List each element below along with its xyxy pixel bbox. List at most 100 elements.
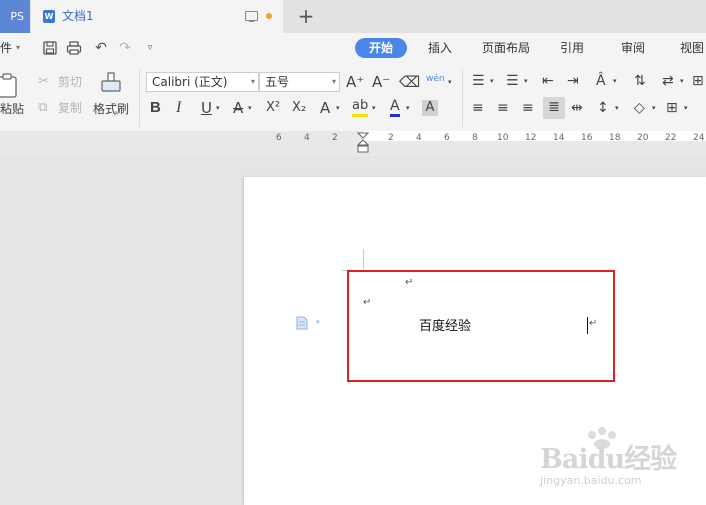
chevron-down-icon[interactable]: ▾ xyxy=(448,72,452,92)
strikethrough-button[interactable]: A xyxy=(233,98,243,118)
increase-indent-icon[interactable]: ⇥ xyxy=(567,71,579,91)
ribbon-toolbar: 粘贴 ✂ 剪切 ⧉ 复制 格式刷 Calibri (正文) ▾ 五号 ▾ A⁺ … xyxy=(0,63,706,132)
paste-icon[interactable] xyxy=(0,71,22,99)
shrink-font-icon[interactable]: A⁻ xyxy=(372,72,390,92)
chevron-down-icon[interactable]: ▾ xyxy=(680,71,684,91)
menu-page-layout[interactable]: 页面布局 xyxy=(482,33,530,63)
decrease-indent-icon[interactable]: ⇤ xyxy=(542,71,554,91)
chevron-down-icon[interactable]: ▾ xyxy=(216,98,220,118)
grow-font-icon[interactable]: A⁺ xyxy=(346,72,364,92)
justify-icon[interactable]: ≣ xyxy=(543,97,565,119)
print-icon[interactable] xyxy=(66,40,82,56)
undo-icon[interactable]: ↶ xyxy=(93,40,109,56)
numbered-list-icon[interactable]: ☰ xyxy=(506,71,519,91)
copy-label[interactable]: 复制 xyxy=(58,98,82,118)
highlight-button[interactable]: ab xyxy=(352,98,369,117)
chevron-down-icon[interactable]: ▾ xyxy=(652,98,656,118)
cut-label[interactable]: 剪切 xyxy=(58,72,82,92)
scissors-icon[interactable]: ✂ xyxy=(38,72,49,92)
watermark-brand: Baidu经验 xyxy=(540,444,677,475)
character-shading-button[interactable]: A xyxy=(422,100,438,116)
menu-file[interactable]: 件 xyxy=(0,33,12,63)
ruler-tick: 4 xyxy=(304,133,310,143)
pinyin-guide-icon[interactable]: wén xyxy=(426,69,445,89)
align-left-icon[interactable]: ≡ xyxy=(472,98,484,118)
ruler-tick: 2 xyxy=(388,133,394,143)
ruler-tick: 24 xyxy=(693,133,705,143)
word-doc-icon: W xyxy=(43,10,55,23)
chevron-down-icon[interactable]: ▾ xyxy=(490,71,494,91)
ruler-tick: 2 xyxy=(332,133,338,143)
watermark: Baidu经验 jingyan.baidu.com xyxy=(538,427,706,499)
menu-view[interactable]: 视图 xyxy=(680,33,704,63)
paste-label[interactable]: 粘贴 xyxy=(0,99,24,119)
underline-button[interactable]: U xyxy=(201,98,212,118)
menu-insert[interactable]: 插入 xyxy=(428,33,452,63)
document-tab[interactable]: W 文档1 xyxy=(31,0,283,33)
chevron-down-icon[interactable]: ▾ xyxy=(684,98,688,118)
ruler-tick: 12 xyxy=(525,133,537,143)
ruler-tick: 20 xyxy=(637,133,649,143)
chevron-down-icon[interactable]: ▾ xyxy=(316,318,320,326)
chevron-down-icon[interactable]: ▾ xyxy=(613,71,617,91)
ruler-tick: 16 xyxy=(581,133,593,143)
ruler-tick: 18 xyxy=(609,133,621,143)
horizontal-ruler[interactable]: 6 4 2 2 4 6 8 10 12 14 16 18 20 22 24 xyxy=(0,131,706,156)
menu-references[interactable]: 引用 xyxy=(560,33,584,63)
chevron-down-icon[interactable]: ▾ xyxy=(16,33,20,63)
redo-icon[interactable]: ↷ xyxy=(117,40,133,56)
customize-toolbar-icon[interactable]: ▿ xyxy=(142,40,158,56)
app-tab[interactable]: PS xyxy=(0,0,30,33)
bold-button[interactable]: B xyxy=(150,98,161,118)
indent-marker[interactable] xyxy=(356,132,370,154)
paragraph-shading-icon[interactable]: ◇ xyxy=(634,98,645,118)
line-break-icon[interactable]: ⇄ xyxy=(662,71,674,91)
eraser-icon[interactable]: ⌫ xyxy=(399,72,420,92)
menu-home[interactable]: 开始 xyxy=(355,38,407,58)
subscript-button[interactable]: X₂ xyxy=(292,98,306,118)
chevron-down-icon[interactable]: ▾ xyxy=(336,98,340,118)
save-icon[interactable] xyxy=(42,40,58,56)
group-separator xyxy=(462,69,463,127)
chevron-down-icon: ▾ xyxy=(250,77,255,86)
chevron-down-icon: ▾ xyxy=(331,77,336,86)
align-center-icon[interactable]: ≡ xyxy=(497,98,509,118)
ruler-tick: 14 xyxy=(553,133,565,143)
borders-icon[interactable]: ⊞ xyxy=(666,98,678,118)
font-name-select[interactable]: Calibri (正文) ▾ xyxy=(146,72,259,92)
text-direction-icon[interactable]: Â xyxy=(596,71,606,91)
ruler-tick: 10 xyxy=(497,133,509,143)
chevron-down-icon[interactable]: ▾ xyxy=(615,98,619,118)
bullet-list-icon[interactable]: ☰ xyxy=(472,71,485,91)
new-tab-button[interactable]: + xyxy=(292,3,320,30)
copy-icon[interactable]: ⧉ xyxy=(38,98,47,118)
chevron-down-icon[interactable]: ▾ xyxy=(406,98,410,118)
watermark-url: jingyan.baidu.com xyxy=(540,474,642,487)
group-separator xyxy=(139,69,140,127)
align-right-icon[interactable]: ≡ xyxy=(522,98,534,118)
monitor-icon[interactable] xyxy=(245,11,258,22)
chevron-down-icon[interactable]: ▾ xyxy=(372,98,376,118)
margin-corner-mark xyxy=(363,249,364,271)
font-name-value: Calibri (正文) xyxy=(152,75,228,89)
chevron-down-icon[interactable]: ▾ xyxy=(248,98,252,118)
superscript-button[interactable]: X² xyxy=(266,98,280,118)
ruler-tick: 6 xyxy=(276,133,282,143)
highlight-box xyxy=(347,270,615,382)
show-marks-icon[interactable]: ⊞ xyxy=(692,71,704,91)
sort-icon[interactable]: ⇅ xyxy=(634,71,646,91)
distributed-align-icon[interactable]: ⇹ xyxy=(571,98,583,118)
format-painter-label[interactable]: 格式刷 xyxy=(93,99,129,119)
chevron-down-icon[interactable]: ▾ xyxy=(524,71,528,91)
text-effect-button[interactable]: A xyxy=(320,98,330,118)
format-painter-icon[interactable] xyxy=(100,71,122,95)
line-spacing-icon[interactable]: ↕ xyxy=(597,98,609,118)
font-color-button[interactable]: A xyxy=(390,98,400,117)
menu-row: 件 ▾ ↶ ↷ ▿ 开始 插入 页面布局 引用 审阅 视图 xyxy=(0,33,706,63)
font-size-select[interactable]: 五号 ▾ xyxy=(259,72,340,92)
italic-button[interactable]: I xyxy=(176,98,181,118)
paragraph-layout-icon[interactable] xyxy=(296,316,308,330)
menu-review[interactable]: 审阅 xyxy=(621,33,645,63)
document-tab-title: 文档1 xyxy=(62,9,94,23)
ruler-tick: 6 xyxy=(444,133,450,143)
